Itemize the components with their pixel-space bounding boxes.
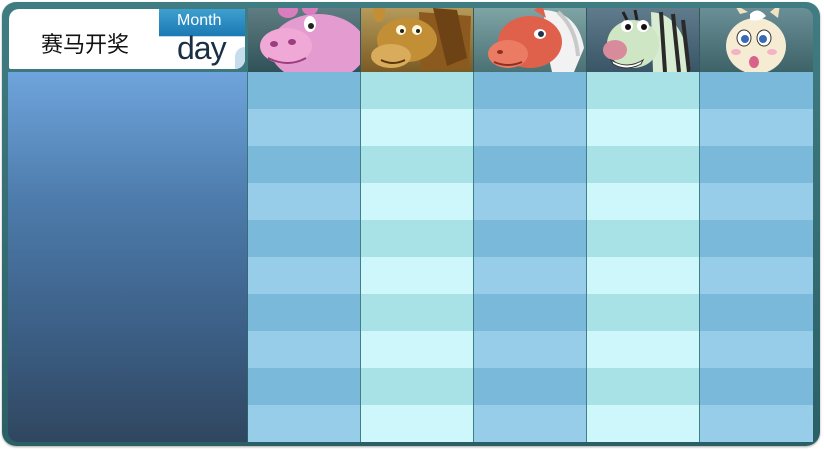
result-cell bbox=[700, 146, 813, 183]
page-title: 赛马开奖 bbox=[41, 33, 130, 58]
result-cell bbox=[474, 109, 586, 146]
racer-avatar-zebra[interactable] bbox=[587, 8, 700, 72]
racer-avatar-row bbox=[248, 8, 815, 72]
result-cell bbox=[248, 257, 360, 294]
result-cell bbox=[700, 294, 813, 331]
result-cell bbox=[587, 331, 699, 368]
result-cell bbox=[361, 405, 473, 442]
result-cell bbox=[700, 183, 813, 220]
racer-column-5 bbox=[700, 72, 813, 442]
result-cell bbox=[587, 72, 699, 109]
result-cell bbox=[248, 109, 360, 146]
result-cell bbox=[248, 331, 360, 368]
result-cell bbox=[474, 294, 586, 331]
result-cell bbox=[361, 257, 473, 294]
racer-column-4 bbox=[587, 72, 700, 442]
result-cell bbox=[700, 72, 813, 109]
result-cell bbox=[474, 183, 586, 220]
result-cell bbox=[700, 368, 813, 405]
racer-avatar-pink-hippo[interactable] bbox=[248, 8, 361, 72]
results-grid bbox=[248, 72, 815, 442]
result-cell bbox=[587, 220, 699, 257]
red-horse-icon bbox=[488, 8, 584, 72]
result-cell bbox=[361, 146, 473, 183]
result-cell bbox=[248, 220, 360, 257]
month-label: Month bbox=[177, 12, 222, 29]
result-cell bbox=[361, 220, 473, 257]
result-cell bbox=[361, 72, 473, 109]
cream-llama-icon bbox=[726, 8, 786, 72]
zebra-icon bbox=[603, 9, 691, 72]
pink-hippo-icon bbox=[260, 8, 360, 72]
result-cell bbox=[474, 146, 586, 183]
result-cell bbox=[361, 109, 473, 146]
racer-column-2 bbox=[361, 72, 474, 442]
result-cell bbox=[474, 257, 586, 294]
result-cell bbox=[474, 72, 586, 109]
result-cell bbox=[474, 405, 586, 442]
result-cell bbox=[587, 368, 699, 405]
result-cell bbox=[361, 368, 473, 405]
result-cell bbox=[361, 331, 473, 368]
result-cell bbox=[248, 146, 360, 183]
day-label: day bbox=[177, 30, 227, 66]
result-cell bbox=[248, 72, 360, 109]
result-cell bbox=[248, 183, 360, 220]
result-cell bbox=[474, 220, 586, 257]
result-cell bbox=[700, 331, 813, 368]
result-cell bbox=[587, 146, 699, 183]
result-cell bbox=[587, 183, 699, 220]
result-cell bbox=[587, 405, 699, 442]
result-cell bbox=[248, 405, 360, 442]
result-cell bbox=[361, 294, 473, 331]
result-cell bbox=[700, 220, 813, 257]
results-side-panel bbox=[8, 72, 247, 442]
result-cell bbox=[700, 405, 813, 442]
title-card: 赛马开奖 Month day bbox=[9, 9, 245, 69]
result-cell bbox=[474, 331, 586, 368]
brown-donkey-icon bbox=[371, 8, 471, 70]
date-badge: Month day bbox=[159, 9, 245, 69]
result-cell bbox=[700, 257, 813, 294]
result-cell bbox=[700, 109, 813, 146]
result-cell bbox=[587, 109, 699, 146]
result-cell bbox=[587, 257, 699, 294]
racer-avatar-cream-llama[interactable] bbox=[700, 8, 813, 72]
racer-column-1 bbox=[248, 72, 361, 442]
result-cell bbox=[361, 183, 473, 220]
result-cell bbox=[474, 368, 586, 405]
result-cell bbox=[248, 368, 360, 405]
racer-avatar-brown-donkey[interactable] bbox=[361, 8, 474, 72]
result-cell bbox=[248, 294, 360, 331]
result-cell bbox=[587, 294, 699, 331]
racer-avatar-red-horse[interactable] bbox=[474, 8, 587, 72]
racer-column-3 bbox=[474, 72, 587, 442]
